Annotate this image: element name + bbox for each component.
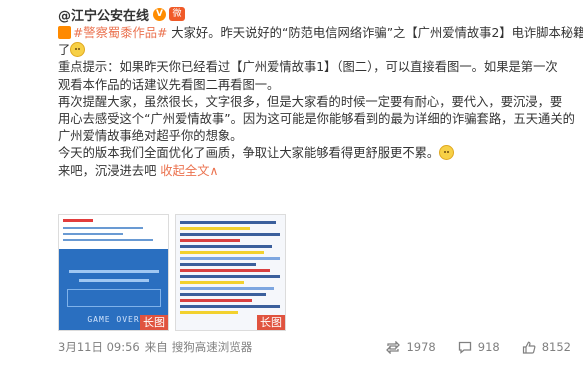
comment-count: 918 — [477, 340, 500, 354]
post-line-1-text: 大家好。昨天说好的“防范电信网络诈骗”之【广州爱情故事2】电诈脚本秘籍来 — [167, 26, 583, 40]
post-line-8-text: 今天的版本我们全面优化了画质，争取让大家能够看得更舒服更不累。 — [58, 146, 440, 161]
post-actions: 1978 918 8152 — [364, 340, 571, 354]
thumbnail-text-line — [180, 287, 274, 290]
collapse-fulltext-link[interactable]: 收起全文 — [160, 164, 209, 178]
thumbnail-text-line — [180, 275, 280, 278]
thumbnail-highlight-line — [180, 281, 244, 284]
author-name[interactable]: @江宁公安在线 — [58, 5, 149, 24]
doge-emoji-icon — [70, 42, 86, 58]
repost-icon — [386, 340, 401, 354]
post-line-9-text: 来吧，沉浸进去吧 — [58, 163, 161, 178]
collapse-arrow-icon[interactable]: ∧ — [210, 164, 219, 178]
thumbnail-text-line — [180, 305, 280, 308]
source-app-link[interactable]: 搜狗高速浏览器 — [172, 339, 253, 355]
repost-button[interactable]: 1978 — [386, 340, 436, 354]
thumbnail-red-line — [180, 239, 240, 242]
post-timestamp[interactable]: 3月11日 09:56 — [58, 339, 140, 355]
comment-icon — [458, 341, 471, 354]
image-thumbnail-1[interactable]: GAME OVER 长图 — [58, 214, 169, 331]
thumbnail-text-line — [180, 263, 256, 266]
like-count: 8152 — [541, 340, 571, 354]
thumbnail-highlight-line — [180, 311, 238, 314]
thumbnail-text-line — [180, 293, 266, 296]
thumbnail-text-line — [63, 239, 153, 241]
long-image-badge: 长图 — [257, 315, 285, 330]
thumbnail-highlight-line — [180, 227, 250, 230]
image-thumbnails: GAME OVER 长图 长图 — [58, 214, 288, 331]
thumbnail-red-line — [180, 269, 270, 272]
topic-tag-icon — [58, 26, 71, 39]
thumbnail-text-line — [63, 233, 123, 235]
comment-button[interactable]: 918 — [458, 340, 500, 354]
post-line-2-text: 了 — [58, 43, 71, 58]
thumbnail-highlight-line — [180, 251, 264, 254]
source-prefix: 来自 — [144, 340, 168, 354]
post-header: @江宁公安在线 V 微 — [58, 5, 186, 24]
verified-badge-icon: V — [153, 7, 167, 21]
thumbnail-text-line — [180, 257, 280, 260]
thumbnail-red-text — [63, 219, 93, 222]
post-footer: 3月11日 09:56 来自 搜狗高速浏览器 1978 918 8152 — [58, 339, 571, 355]
post-line-8: 今天的版本我们全面优化了画质，争取让大家能够看得更舒服更不累。 — [58, 145, 570, 162]
long-image-badge: 长图 — [140, 315, 168, 330]
post-line-6: 用心去感受这个“广州爱情故事”。因为这可能是你能够看到的最为详细的诈骗套路，五天… — [58, 112, 575, 127]
post-line-5: 再次提醒大家，虽然很长，文字很多，但是大家看的时候一定要有耐心，要代入，要沉浸，… — [58, 94, 563, 109]
weibo-member-badge-icon[interactable]: 微 — [169, 7, 186, 21]
post-line-3: 重点提示：如果昨天你已经看过【广州爱情故事1】（图二），可以直接看图一。如果是第… — [58, 60, 558, 75]
thumbnail-text-line — [69, 270, 159, 273]
thumbnail-text-line — [79, 279, 149, 282]
post-line-2: 了 — [58, 42, 570, 59]
post-line-9: 来吧，沉浸进去吧 收起全文∧ — [58, 163, 570, 180]
post-line-7: 广州爱情故事绝对超乎你的想象。 — [58, 129, 243, 144]
post-line-1: #警察蜀黍作品# 大家好。昨天说好的“防范电信网络诈骗”之【广州爱情故事2】电诈… — [58, 25, 583, 42]
thumbnail-text-line — [180, 245, 272, 248]
image-thumbnail-2[interactable]: 长图 — [175, 214, 286, 331]
post-line-4: 观看本作品的话建议先看图二再看图一。 — [58, 77, 280, 92]
like-button[interactable]: 8152 — [522, 340, 571, 354]
topic-link[interactable]: #警察蜀黍作品# — [73, 26, 167, 40]
thumbnail-text-line — [63, 227, 143, 229]
thumbnail-text-line — [180, 221, 276, 224]
doge-emoji-icon — [439, 145, 455, 161]
post-body: #警察蜀黍作品# 大家好。昨天说好的“防范电信网络诈骗”之【广州爱情故事2】电诈… — [58, 25, 583, 180]
thumbnail-box — [67, 289, 161, 307]
thumbnail-text-line — [180, 233, 280, 236]
like-icon — [522, 341, 536, 354]
thumbnail-red-line — [180, 299, 252, 302]
repost-count: 1978 — [406, 340, 436, 354]
